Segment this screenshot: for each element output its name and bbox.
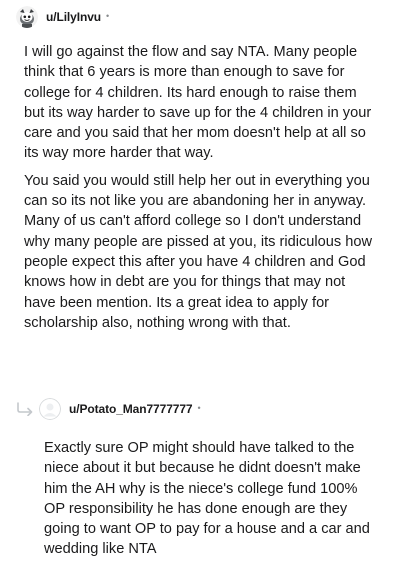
default-avatar-icon[interactable] xyxy=(39,398,61,420)
comment-2-separator: • xyxy=(197,403,201,413)
comment-1-header: u/LilyInvu • xyxy=(16,6,400,28)
comment-2-header: u/Potato_Man7777777 • xyxy=(16,398,400,420)
comment-1: u/LilyInvu • I will go against the flow … xyxy=(0,6,400,333)
comment-1-paragraph-1: I will go against the flow and say NTA. … xyxy=(24,44,372,162)
comment-2-paragraph-1: Exactly sure OP might should have talked… xyxy=(44,440,370,558)
snoo-avatar-icon[interactable] xyxy=(16,6,38,28)
reply-arrow-icon xyxy=(17,402,33,416)
comment-2-body: Exactly sure OP might should have talked… xyxy=(44,438,380,560)
comment-1-body: I will go against the flow and say NTA. … xyxy=(24,42,380,333)
comment-1-paragraph-2: You said you would still help her out in… xyxy=(24,172,372,331)
comment-2: u/Potato_Man7777777 • Exactly sure OP mi… xyxy=(0,398,400,560)
comment-1-username[interactable]: u/LilyInvu xyxy=(46,10,101,24)
comment-2-username[interactable]: u/Potato_Man7777777 xyxy=(69,402,193,416)
comment-1-separator: • xyxy=(106,11,110,21)
